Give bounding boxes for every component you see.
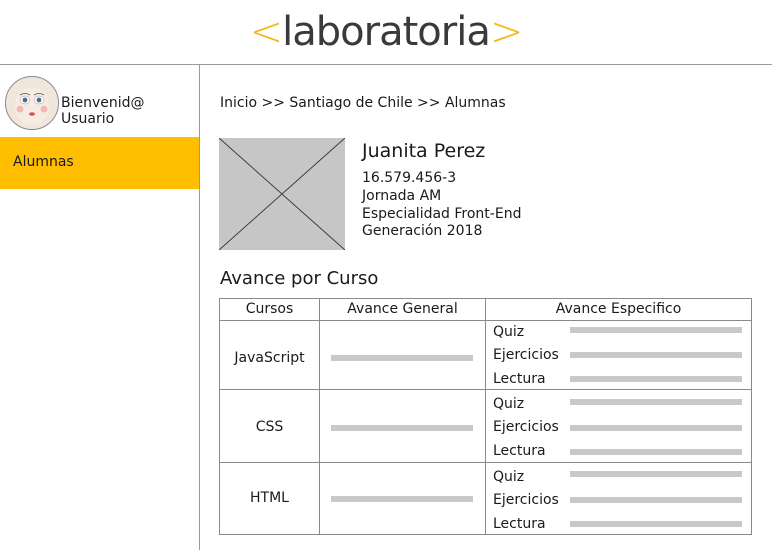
lectura-progress-bar: [570, 521, 742, 527]
ejercicios-progress-bar: [570, 425, 742, 431]
sub-label-ejercicios: Ejercicios: [493, 347, 559, 363]
general-progress-bar: [331, 496, 473, 502]
header-divider: [220, 320, 751, 321]
student-generacion: Generación 2018: [362, 223, 483, 239]
lectura-progress-bar: [570, 376, 742, 382]
student-jornada: Jornada AM: [362, 188, 442, 204]
quiz-progress-bar: [570, 471, 742, 477]
student-name: Juanita Perez: [362, 140, 486, 162]
course-html: HTML: [250, 490, 289, 506]
sub-label-quiz: Quiz: [493, 469, 525, 485]
ejercicios-progress-bar: [570, 497, 742, 503]
ejercicios-progress-bar: [570, 352, 742, 358]
breadcrumb[interactable]: Inicio >> Santiago de Chile >> Alumnas: [220, 95, 506, 111]
logo-wordmark: laboratoria: [282, 9, 491, 55]
quiz-progress-bar: [570, 327, 742, 333]
column-divider: [485, 299, 486, 534]
sub-label-quiz: Quiz: [493, 396, 525, 412]
sub-label-lectura: Lectura: [493, 443, 546, 459]
laboratoria-logo[interactable]: <laboratoria>: [0, 6, 772, 58]
sub-label-lectura: Lectura: [493, 516, 546, 532]
lectura-progress-bar: [570, 449, 742, 455]
row-divider: [220, 389, 751, 390]
header-avance-especifico: Avance Especifico: [555, 301, 682, 317]
header-avance-general: Avance General: [347, 301, 458, 317]
sub-label-ejercicios: Ejercicios: [493, 419, 559, 435]
sub-label-quiz: Quiz: [493, 324, 525, 340]
sidebar-item-label: Alumnas: [13, 154, 74, 170]
general-progress-bar: [331, 425, 473, 431]
quiz-progress-bar: [570, 399, 742, 405]
sub-label-lectura: Lectura: [493, 371, 546, 387]
logo-bracket-left: <: [249, 9, 284, 55]
student-photo-placeholder: [218, 137, 346, 251]
logo-bracket-right: >: [489, 9, 524, 55]
row-divider: [220, 462, 751, 463]
progress-table: Cursos Avance General Avance Especifico …: [219, 298, 752, 535]
avatar[interactable]: [5, 76, 59, 130]
sidebar: Bienvenid@ Usuario Alumnas: [0, 65, 200, 550]
student-especialidad: Especialidad Front-End: [362, 206, 522, 222]
header-cursos: Cursos: [245, 301, 294, 317]
sub-label-ejercicios: Ejercicios: [493, 492, 559, 508]
sidebar-item-alumnas[interactable]: Alumnas: [0, 137, 199, 189]
course-javascript: JavaScript: [234, 350, 305, 366]
course-css: CSS: [255, 419, 284, 435]
header: <laboratoria>: [0, 0, 772, 65]
student-rut: 16.579.456-3: [362, 170, 457, 186]
image-placeholder-icon: [218, 137, 346, 251]
welcome-text: Bienvenid@ Usuario: [61, 95, 145, 127]
progress-title: Avance por Curso: [220, 268, 379, 289]
general-progress-bar: [331, 355, 473, 361]
column-divider: [319, 299, 320, 534]
doll-face-icon: [6, 77, 58, 129]
